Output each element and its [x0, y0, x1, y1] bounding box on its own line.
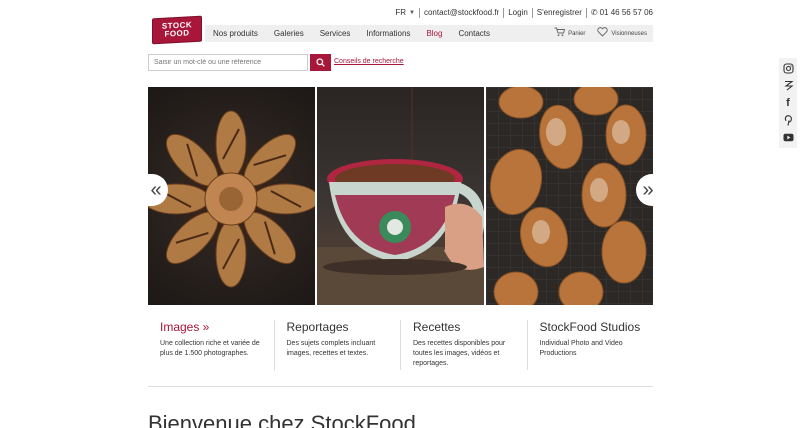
category-reportages[interactable]: Reportages Des sujets complets incluant … — [273, 320, 401, 370]
nav-item-products[interactable]: Nos produits — [205, 29, 266, 38]
nav-right-actions: Panier Visionneuses — [548, 27, 653, 40]
hero-image-madeleines[interactable] — [486, 87, 653, 305]
phone-number: 01 46 56 57 06 — [599, 8, 653, 17]
chevron-down-icon: ▼ — [409, 10, 415, 16]
login-link[interactable]: Login — [504, 8, 533, 18]
instagram-icon[interactable] — [782, 63, 794, 75]
register-link[interactable]: S'enregistrer — [533, 8, 587, 18]
behance-icon[interactable] — [782, 80, 794, 92]
carousel-next-button[interactable]: » — [636, 174, 660, 206]
category-studios[interactable]: StockFood Studios Individual Photo and V… — [526, 320, 654, 370]
lightbox-button[interactable]: Visionneuses — [591, 27, 653, 40]
language-selector[interactable]: FR ▼ — [391, 8, 420, 18]
welcome-prefix: Bienvenue chez — [148, 411, 311, 428]
welcome-brand: StockFood — [310, 411, 416, 428]
search-tips-link[interactable]: Conseils de recherche — [334, 58, 404, 65]
stockfood-logo[interactable]: STOCK FOOD — [152, 15, 202, 45]
category-images[interactable]: Images » Une collection riche et variée … — [148, 320, 274, 370]
lightbox-label: Visionneuses — [611, 30, 647, 37]
nav-item-informations[interactable]: Informations — [358, 29, 418, 38]
nav-item-contacts[interactable]: Contacts — [450, 29, 498, 38]
heart-icon — [597, 27, 609, 40]
nav-item-services[interactable]: Services — [312, 29, 359, 38]
welcome-heading: Bienvenue chez StockFood — [148, 411, 416, 428]
hero-carousel — [148, 87, 653, 305]
hero-image-hot-chocolate[interactable] — [317, 87, 484, 305]
youtube-icon[interactable] — [782, 131, 794, 143]
category-description: Des sujets complets incluant images, rec… — [286, 340, 376, 357]
phone-link[interactable]: ✆ 01 46 56 57 06 — [587, 8, 653, 18]
email-link[interactable]: contact@stockfood.fr — [420, 8, 505, 18]
search-button[interactable] — [310, 54, 331, 71]
pinterest-icon[interactable] — [782, 114, 794, 126]
category-description: Des recettes disponibles pour toutes les… — [413, 340, 506, 367]
search-input[interactable] — [148, 54, 308, 71]
cart-label: Panier — [568, 30, 586, 37]
category-title[interactable]: Reportages — [287, 320, 391, 334]
cart-button[interactable]: Panier — [548, 27, 591, 40]
cart-icon — [554, 27, 566, 40]
logo-line-2: FOOD — [164, 28, 190, 39]
top-utility-bar: FR ▼ contact@stockfood.fr Login S'enregi… — [148, 7, 653, 19]
main-navigation: Nos produits Galeries Services Informati… — [205, 25, 653, 42]
category-recettes[interactable]: Recettes Des recettes disponibles pour t… — [400, 320, 527, 370]
category-title[interactable]: Images » — [160, 320, 264, 334]
nav-item-galleries[interactable]: Galeries — [266, 29, 312, 38]
language-label: FR — [395, 8, 406, 17]
section-divider — [148, 386, 653, 387]
facebook-icon[interactable]: f — [782, 97, 794, 109]
nav-item-blog[interactable]: Blog — [418, 29, 450, 38]
social-sidebar: f — [779, 58, 797, 148]
search-icon — [316, 54, 325, 72]
category-title[interactable]: Recettes — [413, 320, 517, 334]
category-title[interactable]: StockFood Studios — [540, 320, 644, 334]
phone-icon: ✆ — [590, 8, 598, 17]
category-description: Individual Photo and Video Productions — [539, 340, 623, 357]
hero-image-star-bread[interactable] — [148, 87, 315, 305]
category-links: Images » Une collection riche et variée … — [148, 320, 653, 370]
category-description: Une collection riche et variée de plus d… — [160, 340, 260, 357]
